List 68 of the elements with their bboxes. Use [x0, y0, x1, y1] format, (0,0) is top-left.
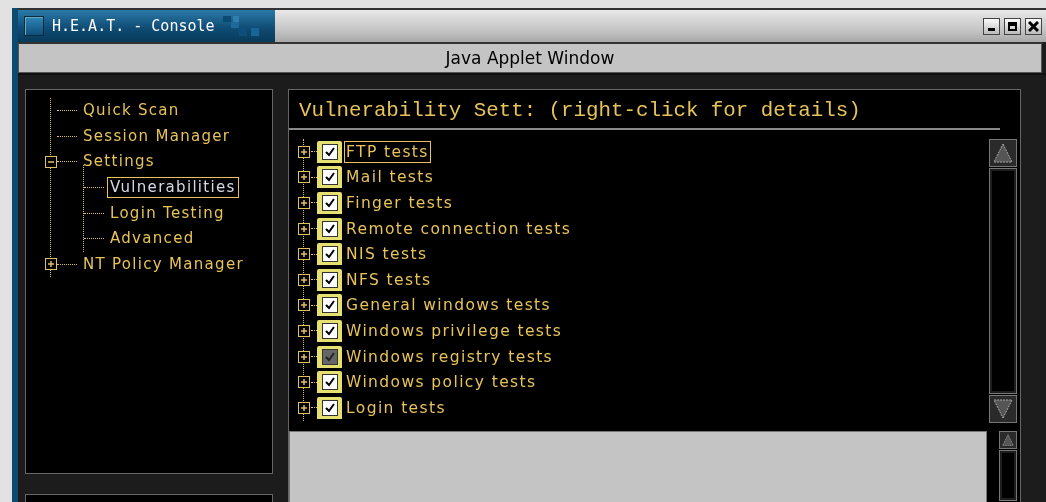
checkbox[interactable] [317, 294, 342, 317]
scrollbar-track[interactable] [990, 169, 1016, 393]
close-icon [1028, 20, 1039, 32]
check-icon [325, 402, 335, 413]
checkbox[interactable] [317, 371, 342, 394]
check-icon [325, 198, 335, 208]
scroll-up-button[interactable] [989, 139, 1017, 167]
checkbox[interactable] [317, 345, 342, 368]
test-category[interactable]: General windows tests [344, 294, 554, 317]
check-icon [325, 300, 335, 311]
tree-item[interactable]: Settings [80, 151, 158, 173]
window-title: H.E.A.T. - Console [52, 17, 215, 35]
expand-icon[interactable] [298, 273, 310, 286]
test-category[interactable]: Windows registry tests [344, 345, 556, 368]
test-category[interactable]: NIS tests [344, 243, 430, 266]
test-category[interactable]: FTP tests [344, 140, 431, 163]
test-category[interactable]: Login tests [344, 396, 448, 419]
test-category[interactable]: NFS tests [344, 268, 434, 291]
check-icon [325, 274, 335, 285]
tree-item[interactable]: Advanced [107, 228, 198, 250]
checkbox[interactable] [317, 217, 342, 240]
expand-icon[interactable] [298, 248, 310, 261]
checkbox[interactable] [317, 243, 342, 266]
tree-item[interactable]: Quick Scan [80, 100, 183, 122]
checkbox[interactable] [317, 396, 342, 419]
tree-item[interactable]: Session Manager [80, 125, 234, 147]
checkbox[interactable] [317, 140, 342, 163]
expand-icon[interactable] [298, 324, 310, 337]
check-icon [325, 172, 335, 183]
expand-icon[interactable] [298, 197, 310, 209]
checkbox[interactable] [317, 192, 342, 214]
expand-icon[interactable] [298, 299, 310, 312]
expand-icon[interactable] [298, 222, 310, 235]
expand-icon[interactable] [298, 401, 310, 414]
check-icon [325, 146, 335, 157]
panel-title: Vulnerability Sett: (right-click for details) [289, 90, 1000, 130]
minimize-icon [988, 27, 995, 31]
test-category[interactable]: Mail tests [344, 166, 437, 189]
collapse-icon[interactable] [45, 156, 57, 168]
tree-item[interactable]: NT Policy Manager [80, 253, 247, 275]
check-icon [325, 351, 335, 362]
tree-item[interactable]: Login Testing [107, 202, 228, 224]
close-button[interactable] [1025, 17, 1042, 35]
scroll-up-button[interactable] [999, 431, 1017, 449]
checkbox[interactable] [317, 166, 342, 189]
expand-icon[interactable] [298, 350, 310, 363]
test-category[interactable]: Windows policy tests [344, 371, 539, 394]
test-category[interactable]: Finger tests [344, 192, 456, 214]
test-category[interactable]: Remote connection tests [344, 217, 574, 240]
expand-icon[interactable] [298, 171, 310, 184]
scroll-down-button[interactable] [989, 395, 1017, 423]
maximize-icon [1008, 21, 1017, 31]
minimize-button[interactable] [983, 17, 1000, 35]
test-category[interactable]: Windows privilege tests [344, 319, 565, 342]
checkbox[interactable] [317, 319, 342, 342]
applet-banner: Java Applet Window [18, 42, 1042, 73]
maximize-button[interactable] [1004, 17, 1021, 35]
check-icon [325, 325, 335, 336]
checkbox[interactable] [317, 268, 342, 291]
check-icon [325, 249, 335, 260]
window-icon [24, 16, 44, 36]
check-icon [325, 223, 335, 234]
expand-icon[interactable] [298, 376, 310, 389]
scrollbar-track[interactable] [1000, 451, 1016, 500]
check-icon [325, 377, 335, 388]
tree-item[interactable]: Vulnerabilities [107, 177, 239, 199]
expand-icon[interactable] [45, 258, 57, 271]
expand-icon[interactable] [298, 145, 310, 158]
